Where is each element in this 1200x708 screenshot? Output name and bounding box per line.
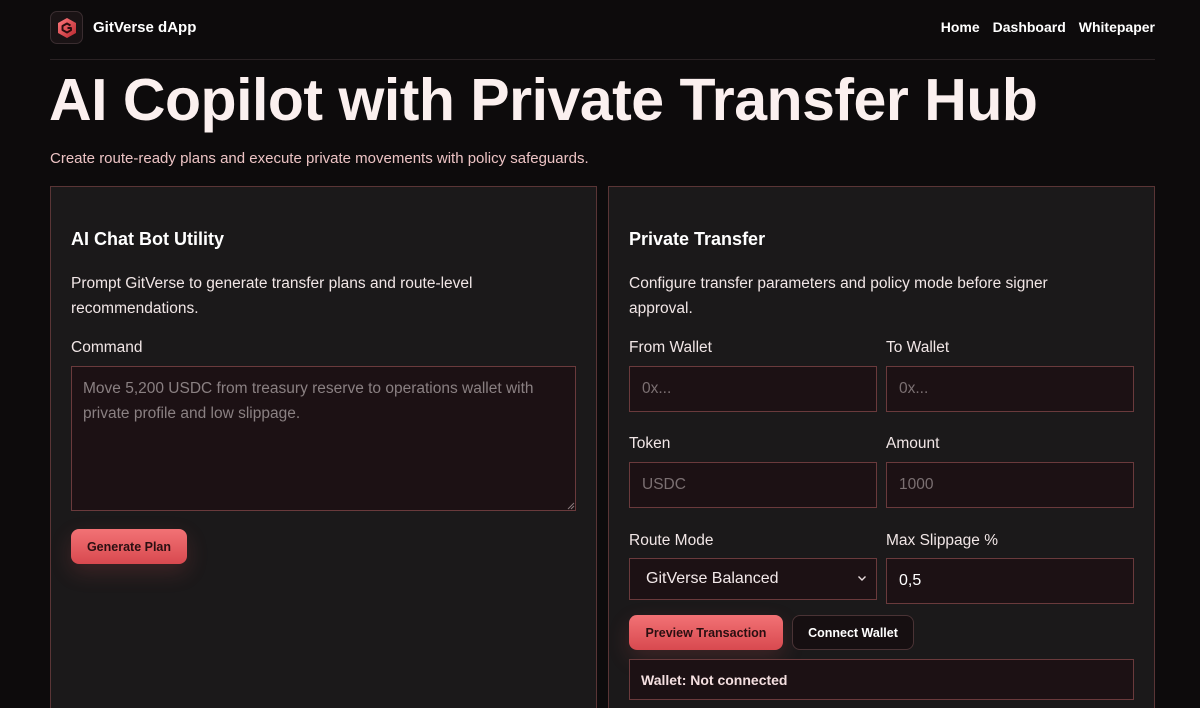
amount-label: Amount [886,435,940,452]
to-wallet-label: To Wallet [886,339,950,356]
private-transfer-card-title: Private Transfer [629,229,766,249]
main-nav: Home Dashboard Whitepaper [941,19,1155,35]
route-mode-select[interactable]: GitVerse Balanced [629,558,877,600]
nav-link-home[interactable]: Home [941,19,980,35]
command-textarea[interactable] [71,366,576,511]
top-navbar: GitVerse dApp Home Dashboard Whitepaper [50,10,1155,60]
chevron-down-icon [858,576,866,581]
brand-name[interactable]: GitVerse dApp [93,19,196,36]
connect-wallet-button[interactable]: Connect Wallet [792,615,914,650]
route-mode-value: GitVerse Balanced [646,570,779,587]
nav-link-whitepaper[interactable]: Whitepaper [1079,19,1155,35]
app-page: GitVerse dApp Home Dashboard Whitepaper … [0,0,1200,708]
amount-input[interactable] [886,462,1134,508]
max-slippage-input[interactable] [886,558,1134,604]
preview-transaction-button[interactable]: Preview Transaction [629,615,783,650]
ai-chat-card-title: AI Chat Bot Utility [71,229,224,249]
gitverse-logo-icon[interactable] [50,11,83,44]
page-subtitle: Create route-ready plans and execute pri… [50,150,589,167]
max-slippage-label: Max Slippage % [886,532,999,549]
command-label: Command [71,339,143,356]
private-transfer-card-description: Configure transfer parameters and policy… [629,275,1048,317]
wallet-status-text: Wallet: Not connected [641,671,788,688]
generate-plan-button[interactable]: Generate Plan [71,529,187,564]
wallet-status-box: Wallet: Not connected [629,659,1134,700]
private-transfer-card: Private Transfer Configure transfer para… [608,186,1155,708]
nav-link-dashboard[interactable]: Dashboard [993,19,1066,35]
page-title: AI Copilot with Private Transfer Hub [49,67,1038,133]
ai-chat-card: AI Chat Bot Utility Prompt GitVerse to g… [50,186,597,708]
from-wallet-label: From Wallet [629,339,712,356]
route-mode-label: Route Mode [629,532,714,549]
token-input[interactable] [629,462,877,508]
ai-chat-card-description: Prompt GitVerse to generate transfer pla… [71,275,473,317]
to-wallet-input[interactable] [886,366,1134,412]
token-label: Token [629,435,671,452]
from-wallet-input[interactable] [629,366,877,412]
